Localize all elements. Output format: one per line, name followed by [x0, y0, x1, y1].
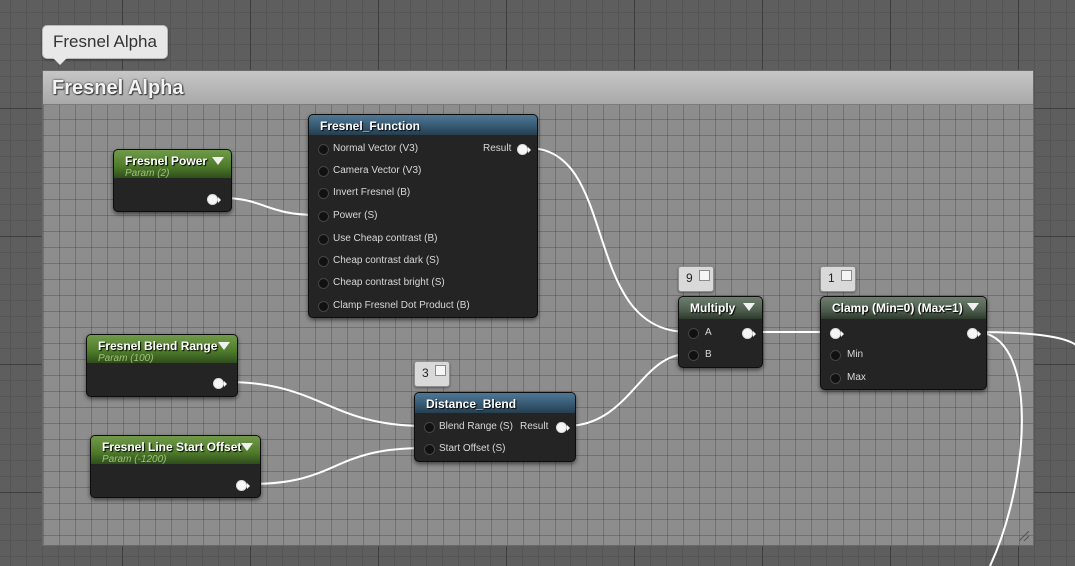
output-pin[interactable]: [742, 328, 756, 339]
node-multiply[interactable]: Multiply A B: [678, 296, 763, 368]
node-subtitle: Param (100): [98, 353, 154, 364]
preview-icon: [435, 365, 446, 376]
node-title: Distance_Blend: [426, 397, 517, 411]
node-header[interactable]: Fresnel Line Start Offset Param (-1200): [91, 436, 260, 465]
output-pin[interactable]: [517, 144, 531, 155]
node-title: Clamp (Min=0) (Max=1): [832, 301, 963, 315]
pin-label: Use Cheap contrast (B): [333, 233, 438, 244]
input-pin[interactable]: [424, 422, 435, 433]
input-pin[interactable]: [318, 166, 329, 177]
node-header[interactable]: Fresnel Blend Range Param (100): [87, 335, 237, 364]
pin-label: Start Offset (S): [439, 443, 506, 454]
node-header[interactable]: Multiply: [679, 297, 762, 319]
preview-badge[interactable]: 3: [414, 361, 450, 387]
node-title: Fresnel Power: [125, 154, 208, 168]
input-pin-min[interactable]: [830, 350, 841, 361]
output-pin[interactable]: [207, 194, 221, 205]
node-header[interactable]: Fresnel Power Param (2): [114, 150, 231, 179]
output-label: Result: [520, 421, 549, 432]
output-pin[interactable]: [967, 328, 981, 339]
preview-icon: [841, 270, 852, 281]
chevron-down-icon[interactable]: [743, 303, 755, 311]
preview-badge[interactable]: 9: [678, 266, 714, 292]
input-pin[interactable]: [318, 278, 329, 289]
chevron-down-icon[interactable]: [212, 157, 224, 165]
node-fresnel-power[interactable]: Fresnel Power Param (2): [113, 149, 232, 212]
input-pin-value[interactable]: [830, 328, 844, 339]
node-distance-blend[interactable]: Distance_Blend Blend Range (S) Start Off…: [414, 392, 576, 462]
node-title: Fresnel Blend Range: [98, 339, 218, 353]
wire-start-offset-to-distance[interactable]: [249, 447, 425, 485]
input-pin-b[interactable]: [688, 350, 699, 361]
node-header[interactable]: Fresnel_Function: [309, 115, 537, 135]
preview-icon: [699, 270, 710, 281]
input-pin-a[interactable]: [688, 328, 699, 339]
wire-power-to-function[interactable]: [221, 197, 319, 216]
pin-label: Invert Fresnel (B): [333, 187, 411, 198]
node-header[interactable]: Distance_Blend: [415, 393, 575, 413]
node-subtitle: Param (2): [125, 168, 170, 179]
input-pin[interactable]: [318, 301, 329, 312]
wire-function-result-to-multiply-a[interactable]: [527, 147, 689, 333]
output-label: Result: [483, 143, 512, 154]
output-pin[interactable]: [213, 378, 227, 389]
node-subtitle: Param (-1200): [102, 454, 167, 465]
input-pin[interactable]: [318, 256, 329, 267]
pin-label: A: [705, 327, 712, 338]
node-header[interactable]: Clamp (Min=0) (Max=1): [821, 297, 986, 319]
chevron-down-icon[interactable]: [241, 443, 253, 451]
node-clamp[interactable]: Clamp (Min=0) (Max=1) Min Max: [820, 296, 987, 390]
pin-label: Blend Range (S): [439, 421, 513, 432]
pin-label: Clamp Fresnel Dot Product (B): [333, 300, 470, 311]
preview-value: 9: [686, 271, 693, 285]
pin-label: B: [705, 349, 712, 360]
pin-label: Cheap contrast dark (S): [333, 255, 440, 266]
node-fresnel-blend-range[interactable]: Fresnel Blend Range Param (100): [86, 334, 238, 397]
chevron-down-icon[interactable]: [218, 342, 230, 350]
node-title: Fresnel Line Start Offset: [102, 440, 242, 454]
input-pin[interactable]: [318, 234, 329, 245]
preview-value: 1: [828, 271, 835, 285]
wire-distance-result-to-multiply-b[interactable]: [565, 353, 689, 427]
node-fresnel-line-start-offset[interactable]: Fresnel Line Start Offset Param (-1200): [90, 435, 261, 498]
preview-value: 3: [422, 366, 429, 380]
input-pin[interactable]: [318, 144, 329, 155]
input-pin[interactable]: [318, 188, 329, 199]
node-title: Multiply: [690, 301, 736, 315]
pin-label: Cheap contrast bright (S): [333, 277, 445, 288]
pin-label: Max: [847, 372, 866, 383]
input-pin-max[interactable]: [830, 373, 841, 384]
pin-label: Min: [847, 349, 864, 360]
output-pin[interactable]: [236, 480, 250, 491]
output-pin[interactable]: [556, 422, 570, 433]
node-fresnel-function[interactable]: Fresnel_Function Normal Vector (V3) Came…: [308, 114, 538, 318]
node-title: Fresnel_Function: [320, 119, 421, 133]
wire-blend-range-to-distance[interactable]: [226, 381, 425, 427]
preview-badge[interactable]: 1: [820, 266, 856, 292]
input-pin[interactable]: [424, 444, 435, 455]
chevron-down-icon[interactable]: [967, 303, 979, 311]
pin-label: Power (S): [333, 210, 378, 221]
pin-label: Camera Vector (V3): [333, 165, 422, 176]
pin-label: Normal Vector (V3): [333, 143, 419, 154]
input-pin[interactable]: [318, 211, 329, 222]
